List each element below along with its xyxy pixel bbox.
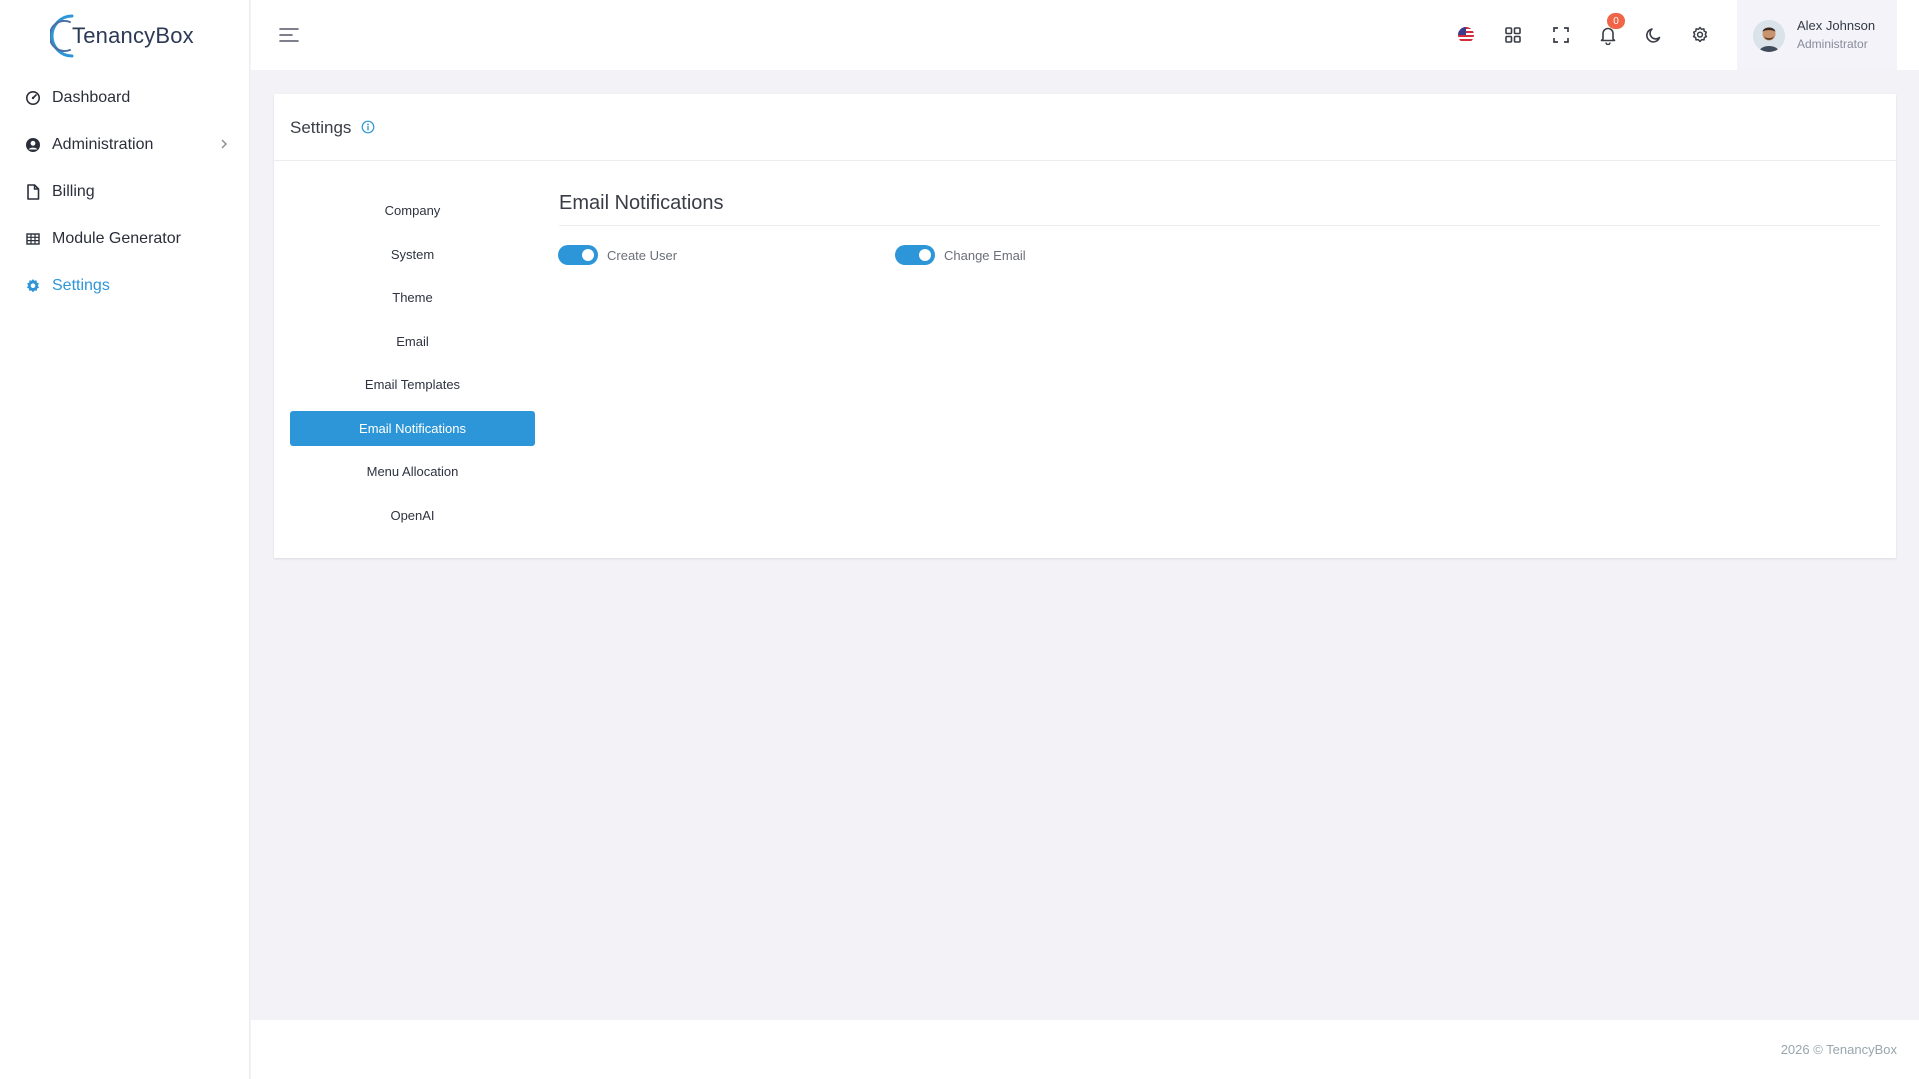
user-profile-dropdown[interactable]: Alex Johnson Administrator	[1737, 0, 1897, 70]
sidebar-item-label: Dashboard	[52, 88, 131, 106]
info-icon[interactable]	[361, 120, 375, 134]
speedometer-icon	[25, 90, 41, 106]
sidebar-item-settings[interactable]: Settings	[0, 262, 250, 309]
apps-grid-icon[interactable]	[1502, 24, 1524, 46]
brand-logo[interactable]: TenancyBox	[50, 12, 200, 60]
toggle-change-email: Change Email	[895, 245, 1026, 265]
section-title: Email Notifications	[559, 192, 724, 214]
page-title-text: Settings	[290, 118, 352, 137]
notification-bell-icon[interactable]: 0	[1597, 13, 1625, 46]
user-circle-icon	[25, 137, 41, 153]
gear-icon	[25, 278, 41, 294]
brand-name: TenancyBox	[72, 23, 194, 48]
toggle-create-user: Create User	[558, 245, 677, 265]
sidebar-item-administration[interactable]: Administration	[0, 121, 250, 168]
section-divider	[559, 225, 1880, 226]
sidebar-item-label: Administration	[52, 135, 154, 153]
sidebar-item-billing[interactable]: Billing	[0, 168, 250, 215]
user-name: Alex Johnson	[1797, 18, 1876, 33]
file-icon	[25, 183, 41, 200]
page-title: Settings	[290, 118, 375, 138]
settings-tab-system[interactable]: System	[290, 237, 535, 272]
settings-tab-company[interactable]: Company	[290, 193, 535, 228]
sidebar: TenancyBox Dashboard Administration Bill…	[0, 0, 250, 1079]
sidebar-item-dashboard[interactable]: Dashboard	[0, 74, 250, 121]
sidebar-item-label: Settings	[52, 276, 110, 294]
card-header: Settings	[274, 94, 1896, 161]
grid-table-icon	[25, 231, 41, 247]
footer: 2026 © TenancyBox	[251, 1020, 1919, 1079]
settings-tab-menu-allocation[interactable]: Menu Allocation	[290, 454, 535, 489]
footer-copyright: 2026 © TenancyBox	[1780, 1042, 1897, 1057]
avatar	[1753, 20, 1785, 52]
sidebar-item-module-generator[interactable]: Module Generator	[0, 215, 250, 262]
dark-mode-moon-icon[interactable]	[1643, 24, 1665, 46]
fullscreen-icon[interactable]	[1550, 24, 1572, 46]
toggle-label: Create User	[607, 247, 678, 263]
chevron-right-icon	[220, 137, 228, 155]
us-flag-icon[interactable]	[1455, 24, 1477, 46]
change-email-switch[interactable]	[895, 245, 935, 265]
notification-badge: 0	[1607, 13, 1625, 29]
settings-card: Settings Company System Theme Email Emai…	[274, 94, 1896, 558]
settings-tab-openai[interactable]: OpenAI	[290, 498, 535, 533]
settings-gear-icon[interactable]	[1689, 24, 1711, 46]
user-role: Administrator	[1797, 37, 1868, 51]
toggle-label: Change Email	[944, 247, 1026, 263]
sidebar-item-label: Billing	[52, 182, 95, 200]
settings-menu: Company System Theme Email Email Templat…	[290, 193, 535, 541]
settings-tab-theme[interactable]: Theme	[290, 280, 535, 315]
settings-tab-email-notifications[interactable]: Email Notifications	[290, 410, 535, 446]
sidebar-item-label: Module Generator	[52, 229, 181, 247]
hamburger-menu-icon[interactable]	[278, 24, 300, 51]
topbar: 0 Alex Johnson Administrator	[251, 0, 1919, 70]
create-user-switch[interactable]	[558, 245, 598, 265]
settings-tab-email-templates[interactable]: Email Templates	[290, 367, 535, 402]
sidebar-nav: Dashboard Administration Billing Module …	[0, 74, 250, 309]
settings-tab-email[interactable]: Email	[290, 324, 535, 359]
